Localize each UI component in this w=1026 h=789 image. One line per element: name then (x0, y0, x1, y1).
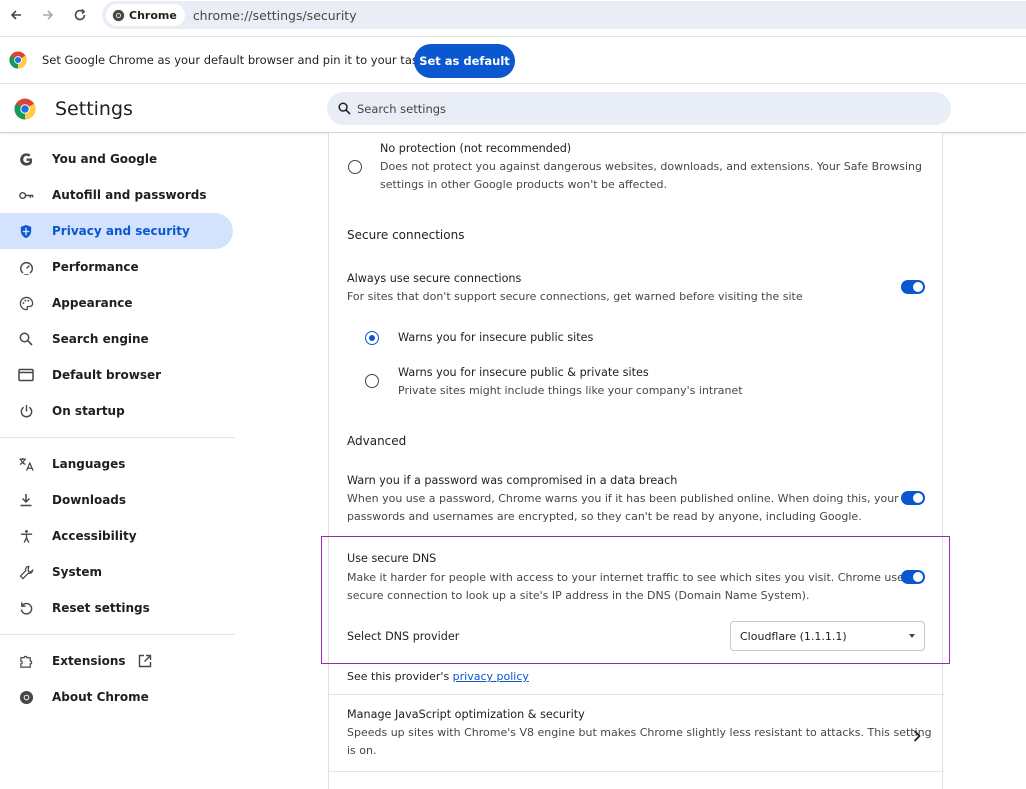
sidebar-item-performance[interactable]: Performance (0, 249, 240, 285)
accessibility-icon (17, 527, 35, 545)
insecure-private-title: Warns you for insecure public & private … (398, 366, 649, 379)
no-protection-radio[interactable] (348, 160, 362, 174)
sidebar-item-default-browser[interactable]: Default browser (0, 357, 240, 393)
insecure-public-label: Warns you for insecure public sites (398, 331, 594, 344)
banner-text: Set Google Chrome as your default browse… (42, 53, 444, 67)
sidebar-divider (0, 634, 235, 635)
sidebar-item-label: You and Google (52, 152, 158, 166)
password-breach-desc-line2: passwords and usernames are encrypted, s… (347, 510, 862, 523)
chrome-icon (112, 9, 125, 21)
sidebar-item-label: Downloads (52, 493, 127, 507)
back-arrow-icon[interactable] (5, 4, 27, 26)
key-icon (17, 186, 35, 204)
external-link-icon (138, 654, 152, 668)
sidebar-item-label: Accessibility (52, 529, 137, 543)
sidebar-item-downloads[interactable]: Downloads (0, 482, 240, 518)
address-bar[interactable]: Chrome chrome://settings/security (102, 1, 1026, 29)
site-chip-label: Chrome (129, 8, 177, 22)
secure-connections-heading: Secure connections (347, 228, 465, 242)
no-protection-desc-line2: settings in other Google products won't … (380, 178, 667, 191)
default-browser-banner: Set Google Chrome as your default browse… (0, 36, 1026, 84)
no-protection-title: No protection (not recommended) (380, 142, 572, 155)
sidebar-item-label: Extensions (52, 654, 126, 668)
search-box[interactable] (327, 92, 951, 125)
password-breach-title: Warn you if a password was compromised i… (347, 474, 678, 487)
sidebar-item-autofill[interactable]: Autofill and passwords (0, 177, 240, 213)
set-as-default-button[interactable]: Set as default (414, 44, 515, 78)
forward-arrow-icon[interactable] (37, 4, 59, 26)
reload-icon[interactable] (69, 4, 91, 26)
url-text[interactable]: chrome://settings/security (193, 8, 357, 23)
chevron-right-icon (913, 730, 921, 742)
search-icon (338, 102, 351, 115)
chrome-logo-icon (14, 98, 36, 120)
secure-dns-highlight (321, 536, 950, 664)
password-breach-desc-line1: When you use a password, Chrome warns yo… (347, 492, 899, 505)
google-icon (17, 150, 35, 168)
privacy-policy-prefix: See this provider's (347, 670, 450, 683)
sidebar-item-label: Autofill and passwords (52, 188, 207, 202)
chrome-icon (17, 688, 35, 706)
sidebar-item-label: On startup (52, 404, 125, 418)
insecure-private-radio[interactable] (365, 374, 379, 388)
sidebar-item-you-and-google[interactable]: You and Google (0, 141, 240, 177)
download-icon (17, 491, 35, 509)
sidebar-item-languages[interactable]: Languages (0, 446, 240, 482)
power-icon (17, 402, 35, 420)
browser-toolbar: Chrome chrome://settings/security (0, 0, 1026, 30)
javascript-optimization-title: Manage JavaScript optimization & securit… (347, 708, 585, 721)
javascript-optimization-row[interactable]: Manage JavaScript optimization & securit… (329, 695, 944, 771)
sidebar-divider (0, 437, 235, 438)
sidebar-item-label: About Chrome (52, 690, 149, 704)
reset-icon (17, 599, 35, 617)
sidebar-item-label: Reset settings (52, 601, 150, 615)
browser-window-icon (17, 366, 35, 384)
sidebar-item-label: Performance (52, 260, 139, 274)
javascript-optimization-desc-line2: is on. (347, 744, 377, 757)
sidebar-item-reset-settings[interactable]: Reset settings (0, 590, 240, 626)
wrench-icon (17, 563, 35, 581)
sidebar-item-extensions[interactable]: Extensions (0, 643, 240, 679)
no-protection-desc-line1: Does not protect you against dangerous w… (380, 160, 922, 173)
chrome-logo-icon (9, 51, 27, 69)
insecure-public-radio[interactable] (365, 331, 379, 345)
sidebar-item-search-engine[interactable]: Search engine (0, 321, 240, 357)
site-chip[interactable]: Chrome (106, 4, 185, 26)
translate-icon (17, 455, 35, 473)
always-secure-title: Always use secure connections (347, 272, 522, 285)
sidebar-item-label: Languages (52, 457, 126, 471)
search-icon (17, 330, 35, 348)
sidebar-item-accessibility[interactable]: Accessibility (0, 518, 240, 554)
privacy-policy-link[interactable]: privacy policy (453, 670, 529, 683)
privacy-policy-line: See this provider's privacy policy (347, 668, 529, 686)
javascript-optimization-desc-line1: Speeds up sites with Chrome's V8 engine … (347, 726, 932, 739)
shield-icon (17, 222, 35, 240)
speedometer-icon (17, 258, 35, 276)
palette-icon (17, 294, 35, 312)
password-breach-toggle[interactable] (901, 491, 925, 505)
search-input[interactable] (357, 101, 917, 116)
security-settings-card: No protection (not recommended) Does not… (328, 133, 944, 789)
sidebar-item-about-chrome[interactable]: About Chrome (0, 679, 240, 715)
always-secure-toggle[interactable] (901, 280, 925, 294)
insecure-private-desc: Private sites might include things like … (398, 384, 743, 397)
sidebar-item-privacy-and-security[interactable]: Privacy and security (0, 213, 233, 249)
sidebar-item-system[interactable]: System (0, 554, 240, 590)
sidebar-item-label: Default browser (52, 368, 162, 382)
settings-header: Settings (0, 85, 1026, 133)
sidebar-item-label: Privacy and security (52, 224, 190, 238)
page-title: Settings (55, 98, 133, 120)
sidebar-item-label: System (52, 565, 102, 579)
sidebar-item-appearance[interactable]: Appearance (0, 285, 240, 321)
sidebar-item-label: Search engine (52, 332, 149, 346)
always-secure-desc: For sites that don't support secure conn… (347, 290, 803, 303)
sidebar-item-label: Appearance (52, 296, 133, 310)
row-divider (329, 771, 944, 772)
advanced-heading: Advanced (347, 434, 407, 448)
sidebar-item-on-startup[interactable]: On startup (0, 393, 240, 429)
puzzle-icon (17, 652, 35, 670)
sidebar: You and Google Autofill and passwords Pr… (0, 141, 240, 715)
